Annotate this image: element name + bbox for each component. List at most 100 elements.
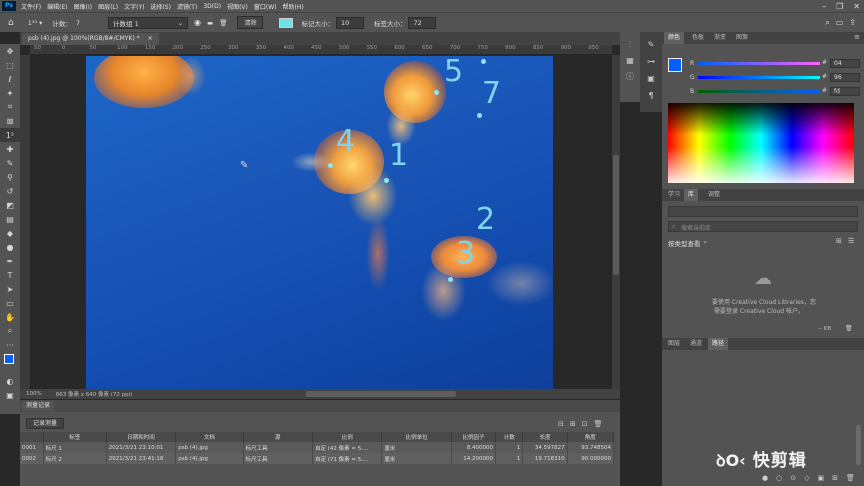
close-icon[interactable]: ✕ [853,2,860,11]
stamp-tool-icon[interactable]: ⚲ [0,170,20,184]
search-icon[interactable]: ⌕ [825,18,829,28]
document-tab[interactable]: psb (4).jpg @ 100%(RGB/8#/CMYK) * × [22,33,159,45]
r-slider[interactable] [698,62,820,65]
pen-tool-icon[interactable]: ✒ [0,254,20,268]
panel-menu-icon[interactable]: ≡ [854,33,860,41]
tab-patterns[interactable]: 图案 [732,32,752,44]
crop-tool-icon[interactable]: ⌗ [0,100,20,114]
tab-learn[interactable]: 学习 [664,189,684,201]
horizontal-scrollbar[interactable] [306,391,456,397]
properties-panel-icon[interactable]: ▦ [626,56,634,65]
hand-tool-icon[interactable]: ✋ [0,310,20,324]
tab-channels[interactable]: 通道 [686,338,706,350]
menu-filter[interactable]: 滤镜(T) [174,2,200,11]
count-tool-icon[interactable]: 1² [0,128,20,142]
select-all-icon[interactable]: ⊟ [558,420,564,428]
color-spectrum[interactable] [668,103,854,183]
list-view-icon[interactable]: ☰ [848,237,854,245]
rectangle-tool-icon[interactable]: ▭ [0,296,20,310]
make-path-icon[interactable]: ◇ [804,474,809,482]
share-icon[interactable]: ⇪ [849,18,856,27]
g-value-input[interactable]: 96 [830,73,860,82]
brush-tool-icon[interactable]: ✎ [0,156,20,170]
paragraph-icon[interactable]: ¶ [648,91,653,100]
menu-file[interactable]: 文件(F) [18,2,44,11]
marker-color-swatch[interactable] [279,17,294,28]
table-row[interactable]: 0002 标尺 2 2021/3/21 23:41:18 psb (4).jpg… [20,453,615,464]
zoom-tool-icon[interactable]: ⌕ [0,324,20,338]
restore-icon[interactable]: ❐ [836,2,843,11]
load-selection-icon[interactable]: ⊙ [790,474,796,482]
tab-paths[interactable]: 路径 [708,338,729,350]
export-icon[interactable]: ⊡ [582,420,588,428]
move-tool-icon[interactable]: ✥ [0,44,20,58]
workspace-icon[interactable]: ▭ [836,18,844,27]
menu-edit[interactable]: 编辑(E) [44,2,70,11]
layers-comp-icon[interactable]: ▣ [647,74,655,83]
paths-panel-scrollbar[interactable] [856,425,861,465]
fill-path-icon[interactable]: ● [762,474,768,482]
r-value-input[interactable]: 04 [830,59,860,68]
new-path-icon[interactable]: ⊞ [832,474,838,482]
count-group-select[interactable]: 计数组 1 ⌄ [108,16,189,29]
eye-icon[interactable]: ◉ [194,18,201,27]
menu-select[interactable]: 选择(S) [147,2,174,11]
count-tool-icon[interactable]: 1²³ ▾ [28,19,43,27]
library-search-input[interactable]: ⌕ 搜索当前库 [668,221,858,232]
dodge-tool-icon[interactable]: ● [0,240,20,254]
clear-button[interactable]: 清除 [237,16,264,29]
type-tool-icon[interactable]: T [0,268,20,282]
col-scale-unit[interactable]: 比例单位 [381,432,452,442]
tab-swatches[interactable]: 色板 [688,32,708,44]
more-tools-icon[interactable]: ··· [0,338,20,352]
col-source[interactable]: 源 [243,432,313,442]
deselect-icon[interactable]: ⊞ [570,420,576,428]
menu-3d[interactable]: 3D(D) [200,3,224,10]
trash-icon[interactable]: 🗑 [219,19,227,27]
brush-settings-icon[interactable]: ✎ [648,40,655,49]
marker-size-input[interactable]: 10 [335,16,364,29]
eraser-tool-icon[interactable]: ◩ [0,198,20,212]
quick-mask-icon[interactable]: ◐ [0,374,20,388]
tab-adjustments[interactable]: 调整 [704,189,724,201]
tab-color[interactable]: 颜色 [664,32,685,44]
foreground-swatch[interactable] [668,58,682,72]
grid-view-icon[interactable]: ⊞ [836,237,842,245]
trash-icon[interactable]: 🗑 [845,325,853,332]
library-select[interactable] [668,206,858,217]
col-document[interactable]: 文档 [175,432,244,442]
path-select-icon[interactable]: ➤ [0,282,20,296]
marquee-tool-icon[interactable]: ⬚ [0,58,20,72]
record-measurements-button[interactable]: 记录测量 [26,418,65,429]
add-mask-icon[interactable]: ▣ [817,474,824,482]
menu-help[interactable]: 帮助(H) [280,2,307,11]
magic-wand-tool-icon[interactable]: ✦ [0,86,20,100]
col-datetime[interactable]: 日期和时间 [106,432,177,442]
screen-mode-icon[interactable]: ▣ [0,388,20,402]
col-length[interactable]: 长度 [522,432,568,442]
menu-layer[interactable]: 图层(L) [95,2,121,11]
view-by-type-dropdown[interactable]: 按类型查看 [668,238,701,248]
col-scale[interactable]: 比例 [312,432,383,442]
label-size-input[interactable]: 72 [408,16,437,29]
lasso-tool-icon[interactable]: ℓ [0,72,20,86]
adjust-panel-icon[interactable]: ⊶ [647,57,655,66]
b-value-input[interactable]: fd [830,87,860,96]
home-icon[interactable]: ⌂ [8,18,14,28]
vertical-scrollbar[interactable] [612,55,620,389]
minimize-icon[interactable]: – [822,2,826,11]
tab-gradients[interactable]: 渐变 [710,32,730,44]
menu-type[interactable]: 文字(Y) [121,2,147,11]
stroke-path-icon[interactable]: ○ [776,474,782,482]
g-slider[interactable] [698,76,820,79]
delete-path-icon[interactable]: 🗑 [846,474,855,482]
col-label[interactable]: 标签 [43,432,107,442]
tab-libraries[interactable]: 库 [684,189,699,201]
col-angle[interactable]: 角度 [567,432,615,442]
gradient-tool-icon[interactable]: ▤ [0,212,20,226]
frame-tool-icon[interactable]: ⊠ [0,114,20,128]
table-row[interactable]: 0001 标尺 1 2021/3/21 23:10:01 psb (4).jpg… [20,442,615,453]
close-tab-icon[interactable]: × [148,35,153,42]
info-panel-icon[interactable]: ⓘ [626,71,634,82]
foreground-color-swatch[interactable] [0,352,20,374]
